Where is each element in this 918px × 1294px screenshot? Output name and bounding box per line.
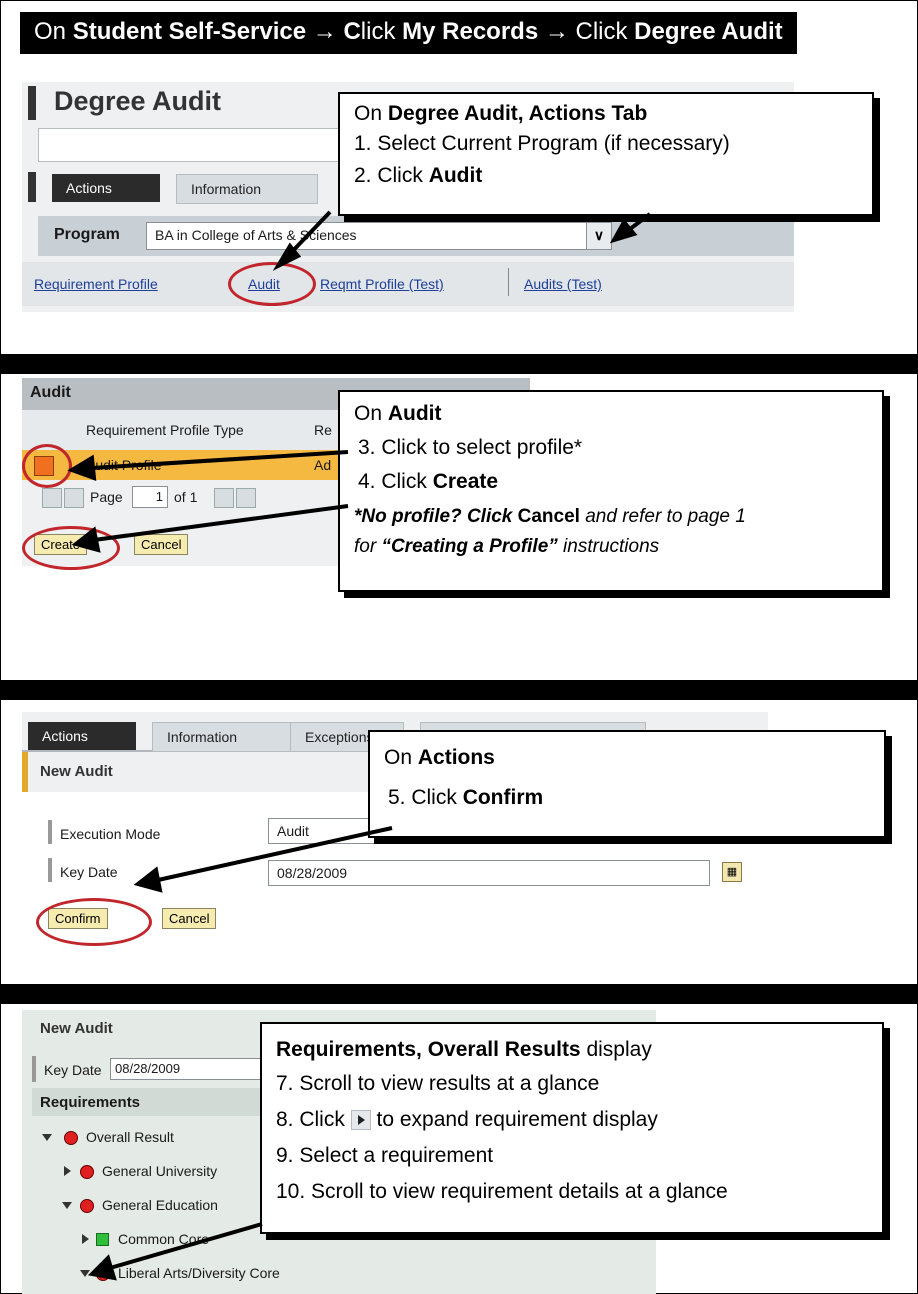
arrow-to-liberal-arts (87, 1222, 263, 1281)
arrow-pointers-4 (87, 1222, 263, 1281)
